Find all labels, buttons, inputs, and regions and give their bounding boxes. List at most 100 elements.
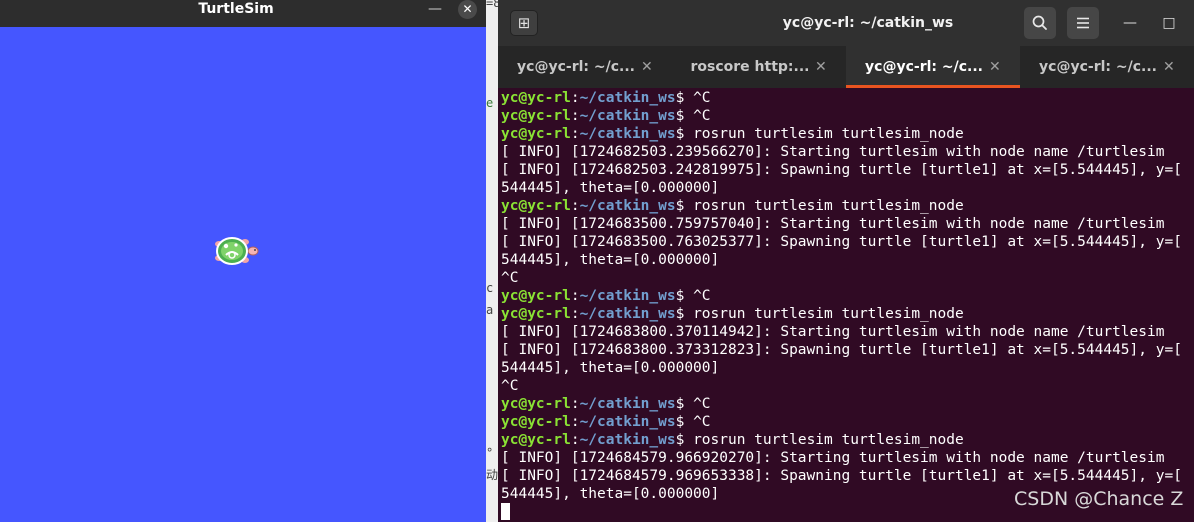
terminal-line: yc@yc-rl:~/catkin_ws$ rosrun turtlesim t… — [501, 198, 964, 214]
prompt-user: yc@yc-rl — [501, 90, 571, 106]
close-tab-icon[interactable]: ✕ — [1163, 46, 1175, 88]
output-text: ^C — [501, 378, 519, 394]
new-tab-button[interactable]: ⊞ — [510, 10, 538, 36]
turtlesim-window: TurtleSim — ✕ — [0, 0, 486, 522]
prompt-path: ~/catkin_ws — [579, 198, 676, 214]
close-tab-icon[interactable]: ✕ — [815, 46, 827, 88]
menu-button[interactable] — [1067, 7, 1099, 39]
terminal-line: yc@yc-rl:~/catkin_ws$ rosrun turtlesim t… — [501, 306, 964, 322]
prompt-path: ~/catkin_ws — [579, 396, 676, 412]
terminal-output[interactable]: yc@yc-rl:~/catkin_ws$ ^C yc@yc-rl:~/catki… — [498, 89, 1194, 522]
bg-fragment: ° — [486, 446, 494, 460]
prompt-path: ~/catkin_ws — [579, 414, 676, 430]
tab-label: yc@yc-rl: ~/c... — [517, 59, 635, 75]
output-text: 544445], theta=[0.000000] — [501, 486, 720, 502]
bg-fragment: a — [486, 303, 494, 317]
minimize-button[interactable]: — — [1115, 8, 1145, 38]
terminal-line: yc@yc-rl:~/catkin_ws$ rosrun turtlesim t… — [501, 432, 964, 448]
terminal-line: [ INFO] [1724684579.966920270]: Starting… — [501, 449, 1194, 467]
command-text: ^C — [693, 414, 711, 430]
prompt-path: ~/catkin_ws — [579, 108, 676, 124]
turtlesim-title: TurtleSim — [198, 1, 274, 17]
watermark: CSDN @Chance Z — [1014, 488, 1184, 510]
turtle-icon — [215, 237, 259, 265]
terminal-line: [ INFO] [1724684579.969653338]: Spawning… — [501, 467, 1194, 485]
terminal-line: 544445], theta=[0.000000] — [501, 251, 1194, 269]
prompt-path: ~/catkin_ws — [579, 126, 676, 142]
terminal-line: [ INFO] [1724683800.370114942]: Starting… — [501, 323, 1194, 341]
terminal-line: ^C — [501, 377, 1194, 395]
command-text: rosrun turtlesim turtlesim_node — [693, 126, 964, 142]
terminal-line: yc@yc-rl:~/catkin_ws$ ^C — [501, 90, 711, 106]
output-text: [ INFO] [1724683500.759757040]: Starting… — [501, 216, 1165, 232]
prompt-user: yc@yc-rl — [501, 396, 571, 412]
maximize-button[interactable]: □ — [1154, 8, 1184, 38]
terminal-line: [ INFO] [1724683500.759757040]: Starting… — [501, 215, 1194, 233]
output-text: ^C — [501, 270, 519, 286]
bg-fragment: c — [486, 281, 494, 295]
terminal-line: yc@yc-rl:~/catkin_ws$ ^C — [501, 396, 711, 412]
output-text: [ INFO] [1724683500.763025377]: Spawning… — [501, 234, 1182, 250]
terminal-tabbar: yc@yc-rl: ~/c... ✕ roscore http:... ✕ yc… — [498, 46, 1194, 88]
terminal-line: 544445], theta=[0.000000] — [501, 179, 1194, 197]
terminal-line: [ INFO] [1724683800.373312823]: Spawning… — [501, 341, 1194, 359]
command-text: rosrun turtlesim turtlesim_node — [693, 198, 964, 214]
output-text: 544445], theta=[0.000000] — [501, 360, 720, 376]
prompt-path: ~/catkin_ws — [579, 90, 676, 106]
tab-label: yc@yc-rl: ~/c... — [865, 59, 983, 75]
terminal-line: 544445], theta=[0.000000] — [501, 359, 1194, 377]
terminal-line: yc@yc-rl:~/catkin_ws$ rosrun turtlesim t… — [501, 126, 964, 142]
search-icon — [1032, 15, 1047, 30]
prompt-path: ~/catkin_ws — [579, 432, 676, 448]
output-text: [ INFO] [1724684579.969653338]: Spawning… — [501, 468, 1182, 484]
terminal-line: yc@yc-rl:~/catkin_ws$ ^C — [501, 414, 711, 430]
terminal-tab[interactable]: roscore http:... ✕ — [672, 46, 846, 88]
bg-fragment: =8 — [486, 0, 498, 10]
terminal-line: [ INFO] [1724683500.763025377]: Spawning… — [501, 233, 1194, 251]
close-tab-icon[interactable]: ✕ — [641, 46, 653, 88]
output-text: 544445], theta=[0.000000] — [501, 180, 720, 196]
search-button[interactable] — [1024, 7, 1056, 39]
prompt-path: ~/catkin_ws — [579, 288, 676, 304]
tab-label: yc@yc-rl: ~/c... — [1039, 59, 1157, 75]
terminal-line: yc@yc-rl:~/catkin_ws$ ^C — [501, 288, 711, 304]
terminal-tab[interactable]: yc@yc-rl: ~/c... ✕ — [498, 46, 672, 88]
prompt-path: ~/catkin_ws — [579, 306, 676, 322]
command-text: rosrun turtlesim turtlesim_node — [693, 306, 964, 322]
prompt-user: yc@yc-rl — [501, 198, 571, 214]
command-text: rosrun turtlesim turtlesim_node — [693, 432, 964, 448]
command-text: ^C — [693, 90, 711, 106]
minimize-button[interactable]: — — [426, 0, 444, 19]
output-text: [ INFO] [1724683800.370114942]: Starting… — [501, 324, 1165, 340]
terminal-tab[interactable]: yc@yc-rl: ~/c... ✕ — [1020, 46, 1194, 88]
close-button[interactable]: ✕ — [458, 0, 477, 19]
prompt-user: yc@yc-rl — [501, 288, 571, 304]
prompt-user: yc@yc-rl — [501, 432, 571, 448]
command-text: ^C — [693, 288, 711, 304]
background-window-sliver: =8 e c a ° 动 — [486, 0, 498, 522]
output-text: [ INFO] [1724682503.239566270]: Starting… — [501, 144, 1165, 160]
tab-label: roscore http:... — [690, 59, 810, 75]
bg-fragment: e — [486, 96, 494, 110]
close-tab-icon[interactable]: ✕ — [989, 46, 1001, 88]
terminal-headerbar[interactable]: ⊞ yc@yc-rl: ~/catkin_ws — □ — [498, 0, 1194, 46]
terminal-line: [ INFO] [1724682503.242819975]: Spawning… — [501, 161, 1194, 179]
prompt-user: yc@yc-rl — [501, 126, 571, 142]
terminal-line: ^C — [501, 269, 1194, 287]
turtlesim-titlebar[interactable]: TurtleSim — ✕ — [0, 0, 486, 27]
prompt-user: yc@yc-rl — [501, 306, 571, 322]
bg-fragment: 动 — [486, 468, 498, 482]
command-text: ^C — [693, 108, 711, 124]
output-text: [ INFO] [1724683800.373312823]: Spawning… — [501, 342, 1182, 358]
output-text: [ INFO] [1724682503.242819975]: Spawning… — [501, 162, 1182, 178]
terminal-tab-active[interactable]: yc@yc-rl: ~/c... ✕ — [846, 46, 1020, 88]
terminal-window: ⊞ yc@yc-rl: ~/catkin_ws — □ yc@yc-rl: ~/… — [498, 0, 1194, 522]
hamburger-menu-icon — [1077, 17, 1089, 29]
terminal-title: yc@yc-rl: ~/catkin_ws — [782, 15, 954, 31]
text-cursor — [501, 503, 510, 520]
prompt-user: yc@yc-rl — [501, 414, 571, 430]
terminal-line: yc@yc-rl:~/catkin_ws$ ^C — [501, 108, 711, 124]
turtlesim-canvas — [0, 27, 486, 522]
command-text: ^C — [693, 396, 711, 412]
output-text: 544445], theta=[0.000000] — [501, 252, 720, 268]
